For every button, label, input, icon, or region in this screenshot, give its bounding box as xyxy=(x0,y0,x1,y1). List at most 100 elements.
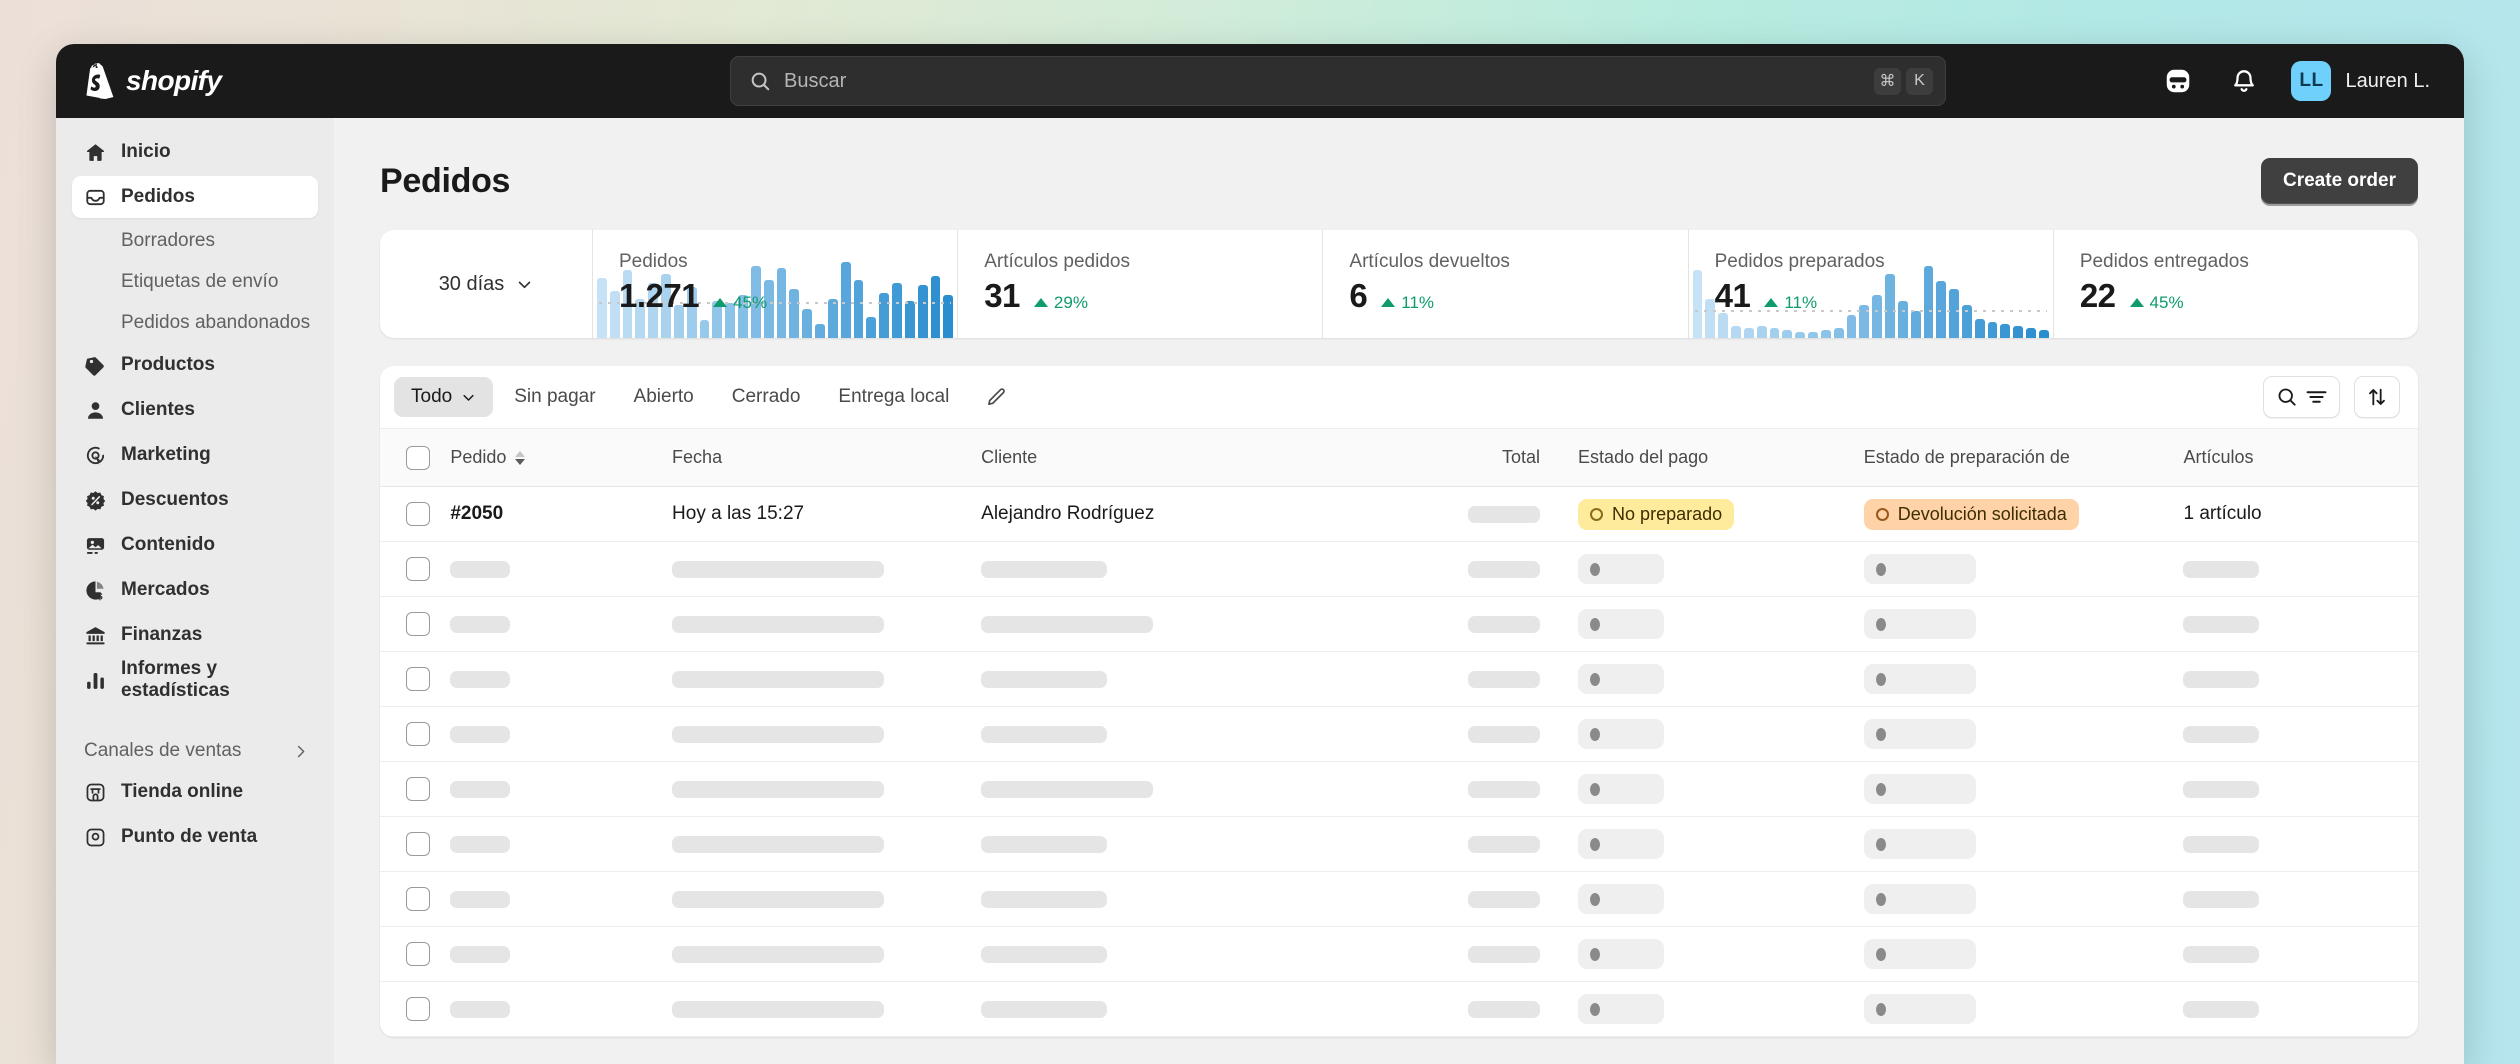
cell-fulfillment-status xyxy=(1863,817,2184,872)
row-checkbox[interactable] xyxy=(406,832,430,856)
sparkline-bar xyxy=(1808,332,1818,338)
row-checkbox[interactable] xyxy=(406,667,430,691)
th-total[interactable]: Total xyxy=(1365,429,1578,487)
notifications-bell-button[interactable] xyxy=(2225,62,2263,100)
skeleton-badge xyxy=(1578,554,1665,584)
sidebar-subitem-etiquetas-de-envio[interactable]: Etiquetas de envío xyxy=(72,262,318,302)
cell-customer xyxy=(981,872,1365,927)
metric-delta-value: 29% xyxy=(1053,292,1088,312)
sidebar-item-descuentos[interactable]: Descuentos xyxy=(72,479,318,521)
store-assistant-icon[interactable] xyxy=(2159,62,2197,100)
table-row[interactable]: #2050 Hoy a las 15:27 Alejandro Rodrígue… xyxy=(380,487,2418,542)
user-menu[interactable]: LL Lauren L. xyxy=(2291,61,2430,101)
chevron-right-icon xyxy=(297,745,305,757)
metric-value-row: 1.271 45% xyxy=(619,277,957,315)
metric-delta: 29% xyxy=(1033,292,1088,313)
tab-sin-pagar[interactable]: Sin pagar xyxy=(497,377,612,417)
metric-card-articulos-pedidos[interactable]: Artículos pedidos 31 29% xyxy=(958,230,1324,338)
metric-card-pedidos-preparados[interactable]: Pedidos preparados 41 11% xyxy=(1689,230,2054,338)
cell-date xyxy=(672,982,981,1037)
cell-payment-status xyxy=(1578,542,1864,597)
metric-delta: 11% xyxy=(1381,293,1434,313)
skeleton-bar xyxy=(981,780,1154,798)
metric-value-row: 22 45% xyxy=(2080,277,2418,315)
skeleton-bar xyxy=(672,945,885,963)
cell-date xyxy=(672,597,981,652)
skeleton-bar xyxy=(981,560,1108,578)
cell-customer xyxy=(981,817,1365,872)
status-dot-icon xyxy=(1590,892,1601,906)
row-select-cell xyxy=(380,707,450,762)
metric-card-articulos-devueltos[interactable]: Artículos devueltos 6 11% xyxy=(1323,230,1689,338)
th-customer[interactable]: Cliente xyxy=(981,429,1365,487)
table-row-skeleton xyxy=(380,872,2418,927)
row-checkbox[interactable] xyxy=(406,722,430,746)
skeleton-bar xyxy=(1468,505,1541,523)
tab-cerrado[interactable]: Cerrado xyxy=(715,377,818,417)
row-select-cell xyxy=(380,872,450,927)
skeleton-bar xyxy=(981,725,1108,743)
create-order-button[interactable]: Create order xyxy=(2261,158,2418,204)
row-checkbox[interactable] xyxy=(406,997,430,1021)
row-checkbox[interactable] xyxy=(406,612,430,636)
sidebar-item-punto-de-venta[interactable]: Punto de venta xyxy=(72,816,318,858)
skeleton-badge xyxy=(1863,664,1976,694)
sidebar-item-inicio[interactable]: Inicio xyxy=(72,131,318,173)
sidebar-subitem-pedidos-abandonados[interactable]: Pedidos abandonados xyxy=(72,303,318,343)
status-dot-icon xyxy=(1875,837,1886,851)
sidebar-item-marketing[interactable]: Marketing xyxy=(72,434,318,476)
status-dot-icon xyxy=(1875,782,1886,796)
top-bar: shopify Buscar ⌘ K LL Lauren L. xyxy=(56,44,2464,118)
chevron-down-icon xyxy=(463,394,474,401)
row-checkbox[interactable] xyxy=(406,887,430,911)
sidebar-item-finanzas[interactable]: Finanzas xyxy=(72,614,318,656)
skeleton-bar xyxy=(672,835,885,853)
metric-card-pedidos[interactable]: Pedidos 1.271 45% xyxy=(593,230,959,338)
th-fulfillment-status[interactable]: Estado de preparación de xyxy=(1864,429,2184,487)
sidebar-item-mercados[interactable]: $ Mercados xyxy=(72,569,318,611)
metric-value: 6 xyxy=(1349,277,1368,314)
sort-arrows-icon[interactable] xyxy=(515,450,526,465)
tab-todo[interactable]: Todo xyxy=(394,377,494,417)
sidebar-item-productos[interactable]: Productos xyxy=(72,344,318,386)
row-checkbox[interactable] xyxy=(406,777,430,801)
metric-card-pedidos-entregados[interactable]: Pedidos entregados 22 45% xyxy=(2054,230,2418,338)
shopify-logo[interactable]: shopify xyxy=(82,63,502,99)
sidebar-item-tienda-online[interactable]: Tienda online xyxy=(72,771,318,813)
trend-up-icon xyxy=(1033,298,1048,307)
sidebar-item-pedidos[interactable]: Pedidos xyxy=(72,176,318,218)
sidebar-subitem-borradores[interactable]: Borradores xyxy=(72,221,318,261)
sidebar-item-clientes[interactable]: Clientes xyxy=(72,389,318,431)
status-dot-icon xyxy=(1590,782,1601,796)
edit-views-button[interactable] xyxy=(976,377,1017,417)
tab-entrega-local[interactable]: Entrega local xyxy=(821,377,966,417)
th-items[interactable]: Artículos xyxy=(2183,429,2418,487)
status-badge-payment: No preparado xyxy=(1578,498,1735,530)
skeleton-bar xyxy=(672,1000,885,1018)
sidebar-item-label: Clientes xyxy=(121,399,195,420)
row-checkbox[interactable] xyxy=(406,502,430,526)
tab-abierto[interactable]: Abierto xyxy=(617,377,711,417)
cell-items xyxy=(2183,982,2418,1037)
date-range-selector[interactable]: 30 días xyxy=(380,230,593,338)
sidebar-item-contenido[interactable]: Contenido xyxy=(72,524,318,566)
select-all-checkbox[interactable] xyxy=(406,445,430,470)
row-checkbox[interactable] xyxy=(406,942,430,966)
table-header-row: Pedido Fecha Cliente Total Estado del pa… xyxy=(380,428,2418,487)
th-payment-status[interactable]: Estado del pago xyxy=(1578,429,1864,487)
sort-button[interactable] xyxy=(2354,376,2400,418)
cell-items xyxy=(2183,817,2418,872)
sidebar-item-informes-y-estadisticas[interactable]: Informes y estadísticas xyxy=(72,658,318,701)
global-search-input[interactable]: Buscar ⌘ K xyxy=(730,56,1946,106)
search-and-filter-button[interactable] xyxy=(2263,376,2340,418)
pos-icon xyxy=(84,826,106,848)
th-order[interactable]: Pedido xyxy=(450,429,672,487)
sidebar-item-label: Inicio xyxy=(121,141,171,162)
globe-icon: $ xyxy=(84,579,106,601)
user-name: Lauren L. xyxy=(2345,69,2430,92)
sidebar-item-label: Informes y estadísticas xyxy=(121,658,230,701)
skeleton-bar xyxy=(2183,615,2260,633)
sidebar-section-canales-de-ventas[interactable]: Canales de ventas xyxy=(72,731,318,771)
row-checkbox[interactable] xyxy=(406,557,430,581)
th-date[interactable]: Fecha xyxy=(672,429,981,487)
